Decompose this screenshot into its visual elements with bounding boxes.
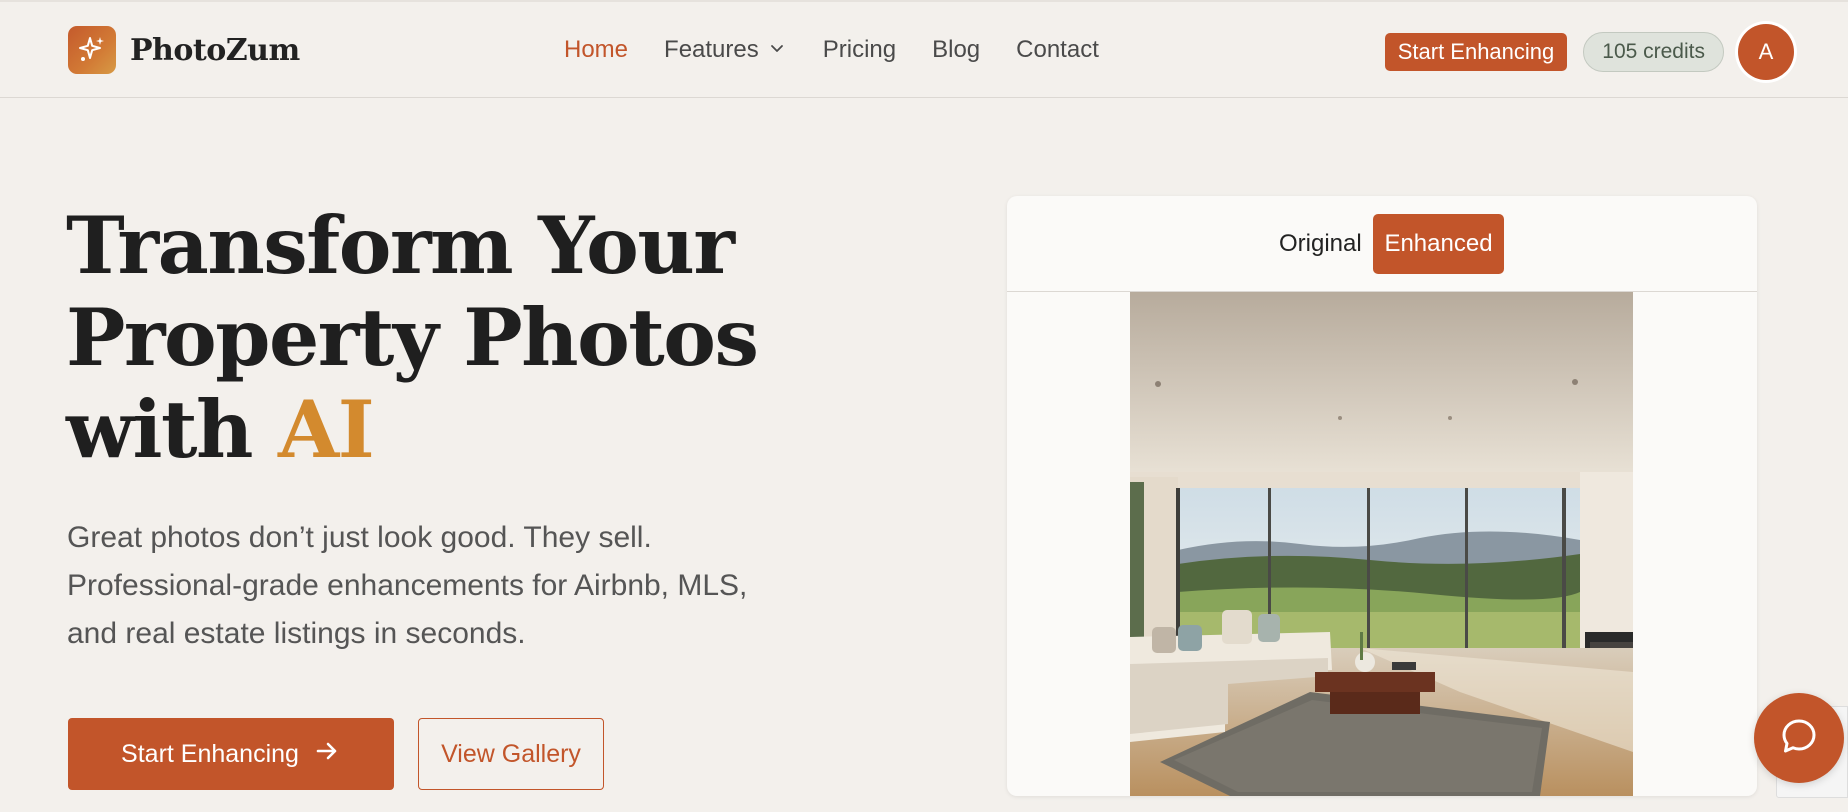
nav-features[interactable]: Features (664, 36, 785, 64)
nav-pricing[interactable]: Pricing (823, 36, 896, 64)
credits-badge[interactable]: 105 credits (1583, 32, 1724, 72)
brand-logo[interactable]: PhotoZum (68, 26, 300, 74)
start-enhancing-button[interactable]: Start Enhancing (68, 718, 394, 790)
comparison-toggle: Original Enhanced (1007, 196, 1757, 292)
hero-title-line2: Property Photos (66, 291, 759, 384)
navbar: PhotoZum Home Features Pricing Blog Cont… (0, 2, 1848, 98)
view-gallery-button[interactable]: View Gallery (418, 718, 604, 790)
hero-title: Transform Your Property Photos with AI (66, 200, 826, 476)
header-start-enhancing-button[interactable]: Start Enhancing (1384, 33, 1568, 71)
chat-bubble-icon (1778, 715, 1820, 762)
hero-subtitle-line1: Great photos don’t just look good. They … (67, 521, 652, 554)
before-after-card: Original Enhanced (1007, 196, 1757, 796)
hero-title-accent: AI (277, 383, 375, 476)
hero-title-line3: with (66, 383, 278, 476)
main-nav: Home Features Pricing Blog Contact (564, 36, 1099, 64)
arrow-right-icon (313, 737, 341, 772)
hero-subtitle: Great photos don’t just look good. They … (67, 514, 807, 658)
hero-subtitle-line3: and real estate listings in seconds. (67, 617, 526, 650)
brand-name: PhotoZum (130, 32, 300, 68)
sparkle-icon (68, 26, 116, 74)
start-enhancing-label: Start Enhancing (121, 739, 299, 768)
property-photo (1130, 292, 1633, 796)
toggle-original[interactable]: Original (1265, 214, 1376, 274)
nav-contact[interactable]: Contact (1016, 36, 1099, 64)
nav-features-label: Features (664, 36, 759, 63)
hero-subtitle-line2: Professional-grade enhancements for Airb… (67, 569, 748, 602)
toggle-enhanced[interactable]: Enhanced (1373, 214, 1504, 274)
chat-button[interactable] (1754, 693, 1844, 783)
hero-title-line1: Transform Your (66, 199, 735, 292)
user-avatar[interactable]: A (1738, 24, 1794, 80)
nav-home[interactable]: Home (564, 36, 628, 64)
chevron-down-icon (769, 40, 785, 61)
header-actions: Start Enhancing 105 credits A (1384, 24, 1794, 80)
nav-blog[interactable]: Blog (932, 36, 980, 64)
